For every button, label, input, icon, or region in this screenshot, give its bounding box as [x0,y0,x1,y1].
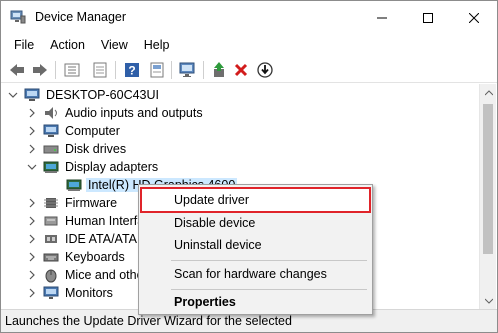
status-text: Launches the Update Driver Wizard for th… [5,314,292,328]
device-manager-window: Device Manager File Action View Help ? D… [0,0,498,333]
minimize-button[interactable] [359,1,405,34]
view-icon[interactable] [62,60,82,80]
firmware-icon [43,195,59,211]
tree-item-firmware[interactable]: Firmware [26,194,119,212]
tree-item-monitors[interactable]: Monitors [26,284,115,302]
device-manager-icon [10,10,26,24]
enable-device-icon[interactable] [209,60,229,80]
tree-item-keyboards[interactable]: Keyboards [26,248,127,266]
window-title: Device Manager [35,10,127,24]
toolbar-separator [171,61,172,79]
hid-icon [43,213,59,229]
collapse-chevron-icon[interactable] [7,86,19,104]
tree-item-display-adapters[interactable]: Display adapters [26,158,160,176]
toolbar-separator [115,61,116,79]
context-menu-separator [171,260,367,261]
tree-item-computer[interactable]: Computer [26,122,122,140]
ctx-update-driver[interactable]: Update driver [140,187,371,213]
svg-text:?: ? [128,64,135,78]
disk-drive-icon [43,141,59,157]
mouse-icon [43,267,59,283]
scan-icon[interactable] [178,60,198,80]
menu-help[interactable]: Help [136,34,178,56]
expand-chevron-icon[interactable] [26,248,38,266]
menu-bar: File Action View Help [1,34,497,56]
title-bar[interactable]: Device Manager [1,1,497,34]
tree-item-disk-drives[interactable]: Disk drives [26,140,128,158]
display-adapter-icon [66,177,82,193]
back-icon[interactable] [7,60,27,80]
tree-root[interactable]: DESKTOP-60C43UI [7,86,161,104]
context-menu-separator [171,289,367,290]
help-icon[interactable]: ? [122,60,142,80]
collapse-chevron-icon[interactable] [26,158,38,176]
expand-chevron-icon[interactable] [26,140,38,158]
expand-chevron-icon[interactable] [26,230,38,248]
expand-chevron-icon[interactable] [26,212,38,230]
expand-chevron-icon[interactable] [26,194,38,212]
ctx-scan-hardware[interactable]: Scan for hardware changes [142,263,369,285]
update-driver-icon[interactable] [255,60,275,80]
properties-icon[interactable] [90,60,110,80]
menu-action[interactable]: Action [42,34,93,56]
tree-item-audio[interactable]: Audio inputs and outputs [26,104,205,122]
monitor-icon [43,285,59,301]
forward-icon[interactable] [30,60,50,80]
expand-chevron-icon[interactable] [26,104,38,122]
vertical-scrollbar[interactable] [479,84,496,309]
menu-file[interactable]: File [6,34,42,56]
toolbar-separator [55,61,56,79]
toolbar: ? [1,56,497,83]
ctx-properties[interactable]: Properties [142,291,369,313]
expand-chevron-icon[interactable] [26,122,38,140]
expand-chevron-icon[interactable] [26,284,38,302]
maximize-button[interactable] [405,1,451,34]
close-button[interactable] [451,1,497,34]
computer-icon [24,87,40,103]
uninstall-icon[interactable] [231,60,251,80]
expand-chevron-icon[interactable] [26,266,38,284]
tree-root-label: DESKTOP-60C43UI [46,88,160,102]
ide-controller-icon [43,231,59,247]
scroll-down-icon[interactable] [480,292,497,309]
scroll-up-icon[interactable] [480,84,497,101]
scrollbar-thumb[interactable] [483,104,493,254]
ctx-disable-device[interactable]: Disable device [142,212,369,234]
ctx-uninstall-device[interactable]: Uninstall device [142,234,369,256]
computer-icon [43,123,59,139]
speaker-icon [43,105,59,121]
keyboard-icon [43,249,59,265]
menu-view[interactable]: View [93,34,136,56]
toolbar-separator [203,61,204,79]
context-menu: Update driver Disable device Uninstall d… [138,184,373,315]
display-adapter-icon [43,159,59,175]
driver-list-icon[interactable] [147,60,167,80]
